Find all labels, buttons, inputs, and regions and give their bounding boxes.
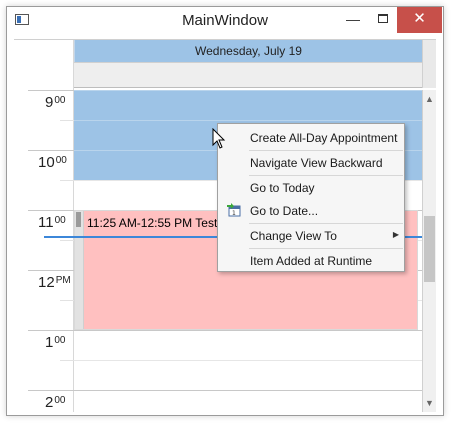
hour-label-12: 12PM — [38, 274, 71, 291]
ruler-half-line — [60, 360, 74, 361]
ruler-hour-line — [28, 90, 74, 91]
hour-label-2: 200 — [45, 394, 65, 411]
day-header[interactable]: Wednesday, July 19 — [74, 40, 422, 62]
menu-item-go-to-date[interactable]: 1 Go to Date... — [219, 200, 403, 222]
menu-item-label: Change View To — [250, 229, 337, 243]
hour-number: 11 — [38, 214, 54, 231]
all-day-area[interactable] — [74, 62, 422, 88]
scroll-down-arrow-icon[interactable]: ▼ — [423, 396, 436, 410]
menu-separator — [249, 150, 403, 151]
ruler-hour-line — [28, 330, 74, 331]
close-icon: ✕ — [413, 10, 426, 27]
ruler-half-line — [60, 180, 74, 181]
hour-number: 12 — [38, 274, 55, 291]
svg-text:1: 1 — [232, 210, 236, 217]
menu-item-change-view-to[interactable]: Change View To ▶ — [219, 225, 403, 247]
mouse-cursor-icon — [212, 128, 226, 149]
minimize-icon: — — [346, 11, 360, 27]
ruler-hour-line — [28, 270, 74, 271]
hour-number: 2 — [45, 394, 54, 411]
hour-label-1: 100 — [45, 334, 65, 351]
menu-item-go-to-today[interactable]: Go to Today — [219, 177, 403, 199]
vertical-scrollbar[interactable]: ▲ ▼ — [422, 90, 436, 412]
scrollbar-thumb[interactable] — [424, 216, 435, 282]
menu-item-label: Go to Date... — [250, 204, 319, 218]
hour-label-9: 900 — [45, 94, 65, 111]
time-slot-line — [74, 360, 422, 361]
ruler-hour-line — [28, 390, 74, 391]
hour-suffix: 00 — [54, 335, 66, 346]
ruler-half-line — [60, 240, 74, 241]
header-corner — [14, 40, 74, 90]
hour-suffix: 00 — [54, 215, 66, 226]
context-menu: Create All-Day Appointment Navigate View… — [217, 123, 405, 272]
time-slot-line — [74, 90, 422, 91]
scroll-up-arrow-icon[interactable]: ▲ — [423, 92, 436, 106]
hour-suffix: 00 — [55, 155, 67, 166]
minimize-button[interactable]: — — [337, 7, 369, 33]
hour-number: 9 — [45, 94, 54, 111]
time-slot-line — [74, 120, 422, 121]
hour-label-10: 1000 — [38, 154, 67, 171]
menu-item-label: Item Added at Runtime — [250, 254, 373, 268]
hour-suffix: PM — [55, 275, 71, 286]
hour-suffix: 00 — [54, 95, 66, 106]
menu-item-item-added-at-runtime[interactable]: Item Added at Runtime — [219, 250, 403, 272]
menu-item-label: Go to Today — [250, 181, 315, 195]
hour-number: 1 — [45, 334, 54, 351]
ruler-hour-line — [28, 150, 74, 151]
ruler-hour-line — [28, 210, 74, 211]
menu-item-navigate-view-backward[interactable]: Navigate View Backward — [219, 152, 403, 174]
hour-label-11: 1100 — [38, 214, 66, 231]
menu-item-create-all-day-appointment[interactable]: Create All-Day Appointment — [219, 127, 403, 149]
menu-separator — [249, 175, 403, 176]
menu-separator — [249, 223, 403, 224]
hour-number: 10 — [38, 154, 55, 171]
maximize-button[interactable] — [367, 7, 399, 33]
appointment-text: 11:25 AM-12:55 PM Test — [87, 216, 218, 230]
ruler-half-line — [60, 120, 74, 121]
calendar-go-icon: 1 — [227, 203, 241, 217]
hour-suffix: 00 — [54, 395, 66, 406]
menu-item-label: Navigate View Backward — [250, 156, 383, 170]
time-slot-line — [74, 390, 422, 391]
ruler-half-line — [60, 300, 74, 301]
time-slot-line — [74, 330, 422, 331]
menu-item-label: Create All-Day Appointment — [250, 131, 398, 145]
title-bar[interactable]: MainWindow — ✕ — [7, 7, 443, 33]
header-scroll-spacer — [422, 40, 436, 88]
time-ruler: 900 1000 1100 12PM 100 200 — [14, 90, 74, 412]
close-button[interactable]: ✕ — [397, 7, 442, 33]
maximize-icon — [378, 14, 388, 24]
appointment-status-bar — [75, 211, 84, 329]
menu-separator — [249, 248, 403, 249]
submenu-arrow-icon: ▶ — [392, 230, 399, 239]
